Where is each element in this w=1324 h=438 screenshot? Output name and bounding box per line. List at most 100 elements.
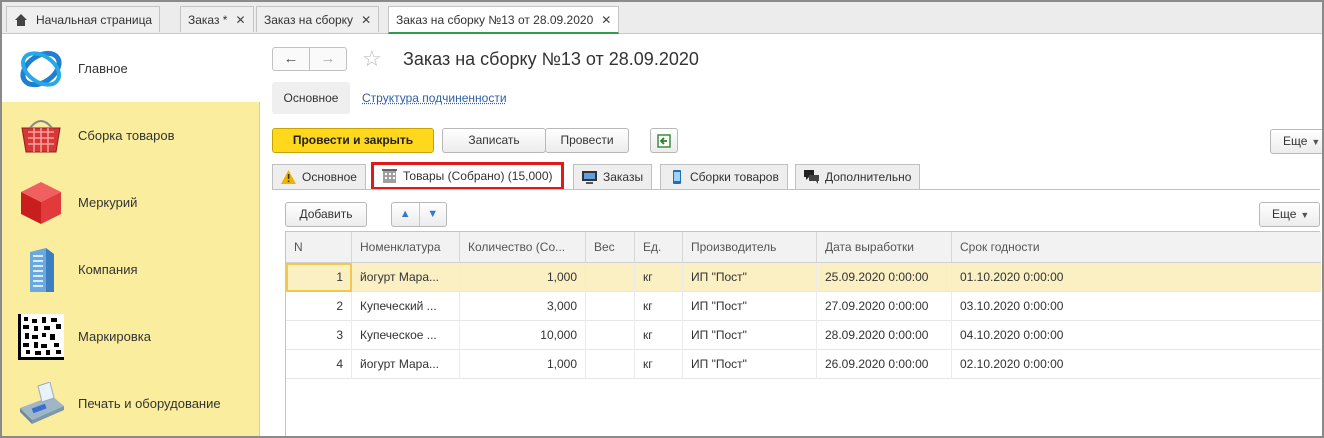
tab-label: Начальная страница bbox=[36, 12, 153, 27]
post-and-close-button[interactable]: Провести и закрыть bbox=[272, 128, 434, 153]
cell-n[interactable]: 2 bbox=[286, 292, 352, 321]
tab-home[interactable]: Начальная страница bbox=[6, 6, 161, 32]
table-row[interactable]: 2 Купеческий ... 3,000 кг ИП "Пост" 27.0… bbox=[286, 292, 1321, 321]
sidebar-item-label: Главное bbox=[78, 61, 128, 76]
tab-label: Заказ * bbox=[188, 12, 228, 27]
sidebar-item-mercury[interactable]: Меркурий bbox=[2, 169, 260, 236]
cell-expiry-date[interactable]: 02.10.2020 0:00:00 bbox=[952, 350, 1321, 379]
column-header-n[interactable]: N bbox=[286, 232, 352, 263]
chevron-down-icon: ▼ bbox=[1300, 210, 1310, 220]
table-more-button[interactable]: Еще ▼ bbox=[1259, 202, 1320, 227]
building-small-icon bbox=[382, 169, 397, 183]
save-button[interactable]: Записать bbox=[442, 128, 546, 153]
goods-table: N Номенклатура Количество (Со... Вес Ед.… bbox=[285, 231, 1321, 436]
more-button[interactable]: Еще ▼ bbox=[1270, 129, 1322, 154]
cell-n[interactable]: 4 bbox=[286, 350, 352, 379]
cell-item[interactable]: йогурт Мара... bbox=[352, 263, 460, 292]
cell-expiry-date[interactable]: 01.10.2020 0:00:00 bbox=[952, 263, 1321, 292]
cell-weight[interactable] bbox=[586, 321, 635, 350]
table-row[interactable]: 3 Купеческое ... 10,000 кг ИП "Пост" 28.… bbox=[286, 321, 1321, 350]
cell-production-date[interactable]: 28.09.2020 0:00:00 bbox=[817, 321, 952, 350]
cell-weight[interactable] bbox=[586, 292, 635, 321]
cell-weight[interactable] bbox=[586, 263, 635, 292]
column-header-weight[interactable]: Вес bbox=[586, 232, 635, 263]
page-title: Заказ на сборку №13 от 28.09.2020 bbox=[403, 49, 699, 69]
column-header-quantity[interactable]: Количество (Со... bbox=[460, 232, 586, 263]
tab-label: Заказ на сборку №13 от 28.09.2020 bbox=[396, 12, 594, 27]
subordination-structure-link[interactable]: Структура подчиненности bbox=[362, 91, 507, 105]
cell-manufacturer[interactable]: ИП "Пост" bbox=[683, 263, 817, 292]
report-icon bbox=[657, 134, 671, 148]
sidebar-item-company[interactable]: Компания bbox=[2, 236, 260, 303]
tab-label: Сборки товаров bbox=[690, 170, 779, 184]
cell-expiry-date[interactable]: 03.10.2020 0:00:00 bbox=[952, 292, 1321, 321]
cell-item[interactable]: йогурт Мара... bbox=[352, 350, 460, 379]
sidebar-item-printing[interactable]: Печать и оборудование bbox=[2, 370, 260, 436]
close-icon[interactable]: ✕ bbox=[361, 13, 371, 27]
move-down-button[interactable]: ▼ bbox=[418, 203, 447, 226]
more-label: Еще bbox=[1272, 207, 1297, 221]
cell-expiry-date[interactable]: 04.10.2020 0:00:00 bbox=[952, 321, 1321, 350]
close-icon[interactable]: ✕ bbox=[601, 13, 611, 27]
cell-manufacturer[interactable]: ИП "Пост" bbox=[683, 350, 817, 379]
tab-goods-assemblies[interactable]: Сборки товаров bbox=[660, 164, 788, 189]
tab-order-draft[interactable]: Заказ * ✕ bbox=[180, 6, 254, 32]
table-row[interactable]: 4 йогурт Мара... 1,000 кг ИП "Пост" 26.0… bbox=[286, 350, 1321, 379]
table-header: N Номенклатура Количество (Со... Вес Ед.… bbox=[286, 232, 1321, 263]
table-row[interactable]: 1 йогурт Мара... 1,000 кг ИП "Пост" 25.0… bbox=[286, 263, 1321, 292]
cell-production-date[interactable]: 25.09.2020 0:00:00 bbox=[817, 263, 952, 292]
datamatrix-code-icon bbox=[16, 312, 66, 362]
cell-unit[interactable]: кг bbox=[635, 350, 683, 379]
cell-production-date[interactable]: 27.09.2020 0:00:00 bbox=[817, 292, 952, 321]
sidebar-item-main[interactable]: Главное bbox=[2, 35, 260, 102]
tab-assembly-order-13[interactable]: Заказ на сборку №13 от 28.09.2020 ✕ bbox=[388, 6, 620, 34]
tab-divider bbox=[272, 189, 1320, 190]
favorite-star-icon[interactable]: ☆ bbox=[362, 47, 382, 71]
cell-quantity[interactable]: 1,000 bbox=[460, 350, 586, 379]
tab-assembly-orders[interactable]: Заказ на сборку ✕ bbox=[256, 6, 380, 32]
tab-basic[interactable]: Основное bbox=[272, 164, 366, 189]
report-button[interactable] bbox=[650, 128, 678, 153]
tab-label: Основное bbox=[302, 170, 357, 184]
column-header-item[interactable]: Номенклатура bbox=[352, 232, 460, 263]
cell-n[interactable]: 1 bbox=[286, 263, 352, 292]
sidebar-item-label: Печать и оборудование bbox=[78, 396, 221, 411]
post-button[interactable]: Провести bbox=[545, 128, 629, 153]
cell-manufacturer[interactable]: ИП "Пост" bbox=[683, 321, 817, 350]
payment-terminal-icon bbox=[16, 379, 66, 429]
tab-orders[interactable]: Заказы bbox=[573, 164, 653, 189]
cell-unit[interactable]: кг bbox=[635, 292, 683, 321]
sidebar-item-marking[interactable]: Маркировка bbox=[2, 303, 260, 370]
cell-unit[interactable]: кг bbox=[635, 321, 683, 350]
cell-weight[interactable] bbox=[586, 350, 635, 379]
tab-additional[interactable]: Дополнительно bbox=[795, 164, 921, 189]
cell-production-date[interactable]: 26.09.2020 0:00:00 bbox=[817, 350, 952, 379]
sidebar-item-label: Маркировка bbox=[78, 329, 151, 344]
cell-n[interactable]: 3 bbox=[286, 321, 352, 350]
basket-icon bbox=[16, 111, 66, 161]
sidebar-item-assembly[interactable]: Сборка товаров bbox=[2, 102, 260, 169]
back-button[interactable]: ← bbox=[273, 48, 309, 70]
close-icon[interactable]: ✕ bbox=[235, 13, 245, 27]
cell-quantity[interactable]: 10,000 bbox=[460, 321, 586, 350]
subnav-main[interactable]: Основное bbox=[272, 82, 350, 114]
cell-quantity[interactable]: 1,000 bbox=[460, 263, 586, 292]
column-header-production-date[interactable]: Дата выработки bbox=[817, 232, 952, 263]
add-row-button[interactable]: Добавить bbox=[285, 202, 367, 227]
tab-label: Товары (Собрано) (15,000) bbox=[403, 169, 553, 183]
cell-item[interactable]: Купеческое ... bbox=[352, 321, 460, 350]
warning-icon bbox=[281, 170, 296, 184]
column-header-unit[interactable]: Ед. bbox=[635, 232, 683, 263]
column-header-expiry-date[interactable]: Срок годности bbox=[952, 232, 1321, 263]
sections-sidebar: Главное Сборка товаров Меркурий Компания… bbox=[2, 35, 260, 436]
forward-button[interactable]: → bbox=[309, 48, 346, 70]
tab-goods-collected[interactable]: Товары (Собрано) (15,000) bbox=[371, 162, 564, 190]
cell-quantity[interactable]: 3,000 bbox=[460, 292, 586, 321]
cell-manufacturer[interactable]: ИП "Пост" bbox=[683, 292, 817, 321]
cell-unit[interactable]: кг bbox=[635, 263, 683, 292]
cell-item[interactable]: Купеческий ... bbox=[352, 292, 460, 321]
document-form: ← → ☆ Заказ на сборку №13 от 28.09.2020 … bbox=[261, 35, 1322, 436]
column-header-manufacturer[interactable]: Производитель bbox=[683, 232, 817, 263]
move-up-button[interactable]: ▲ bbox=[392, 203, 419, 226]
tab-label: Дополнительно bbox=[825, 170, 912, 184]
